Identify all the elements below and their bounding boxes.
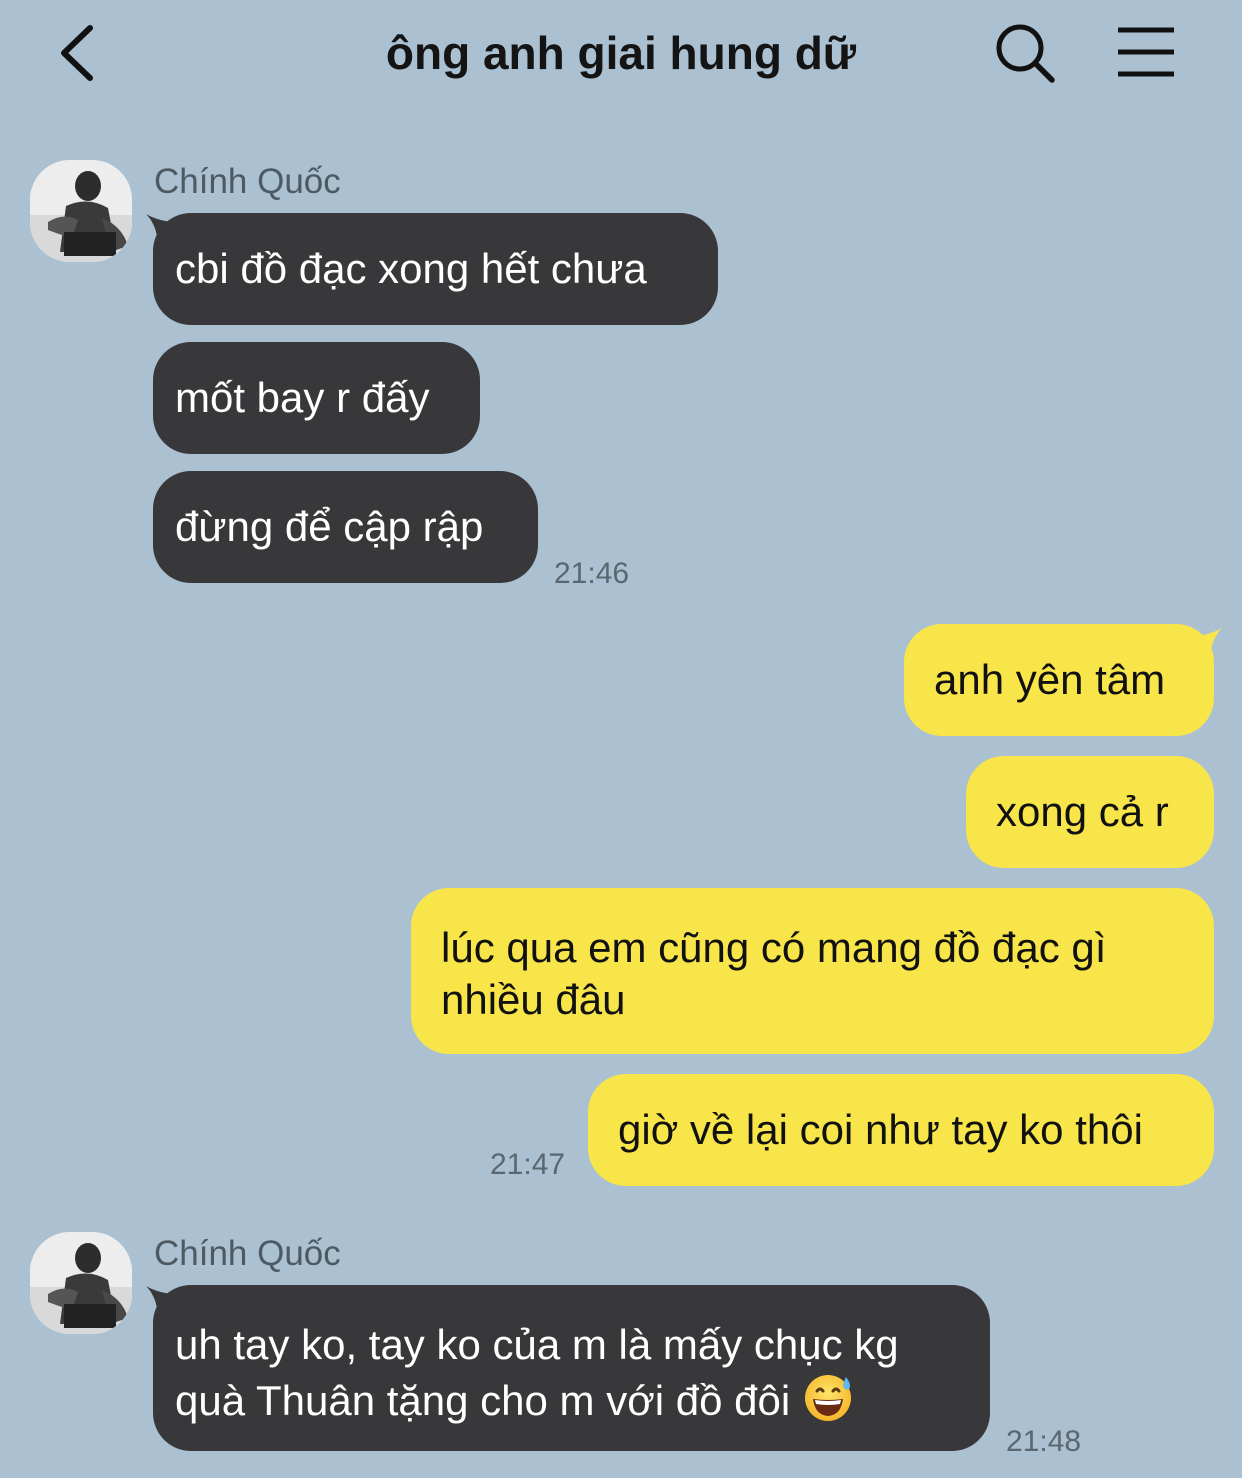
message-text: uh tay ko, tay ko của m là mấy chục kg q… <box>175 1321 899 1424</box>
hamburger-menu-icon <box>1118 27 1174 77</box>
sender-name: Chính Quốc <box>154 1234 341 1273</box>
message-time: 21:48 <box>1006 1425 1082 1458</box>
message-bubble[interactable]: xong cả r <box>966 756 1214 868</box>
message-time: 21:46 <box>554 557 630 590</box>
message-time: 21:47 <box>490 1148 566 1181</box>
avatar[interactable] <box>30 1232 132 1334</box>
message-bubble[interactable]: uh tay ko, tay ko của m là mấy chục kg q… <box>153 1285 990 1451</box>
search-icon <box>996 24 1055 83</box>
avatar[interactable] <box>30 160 132 262</box>
profile-photo <box>30 160 132 262</box>
grinning-face-with-sweat-icon <box>804 1375 851 1421</box>
message-bubble[interactable]: cbi đồ đạc xong hết chưa <box>153 213 718 325</box>
chat-header: ông anh giai hung dữ <box>0 0 1242 110</box>
sender-name: Chính Quốc <box>154 162 341 201</box>
message-bubble[interactable]: anh yên tâm <box>904 624 1214 736</box>
message-bubble[interactable]: mốt bay r đấy <box>153 342 480 454</box>
message-bubble[interactable]: đừng để cập rập <box>153 471 538 583</box>
search-button[interactable] <box>992 20 1058 86</box>
message-bubble[interactable]: lúc qua em cũng có mang đồ đạc gì nhiều … <box>411 888 1214 1054</box>
menu-button[interactable] <box>1108 22 1184 82</box>
message-bubble[interactable]: giờ về lại coi như tay ko thôi <box>588 1074 1214 1186</box>
profile-photo <box>30 1232 132 1334</box>
